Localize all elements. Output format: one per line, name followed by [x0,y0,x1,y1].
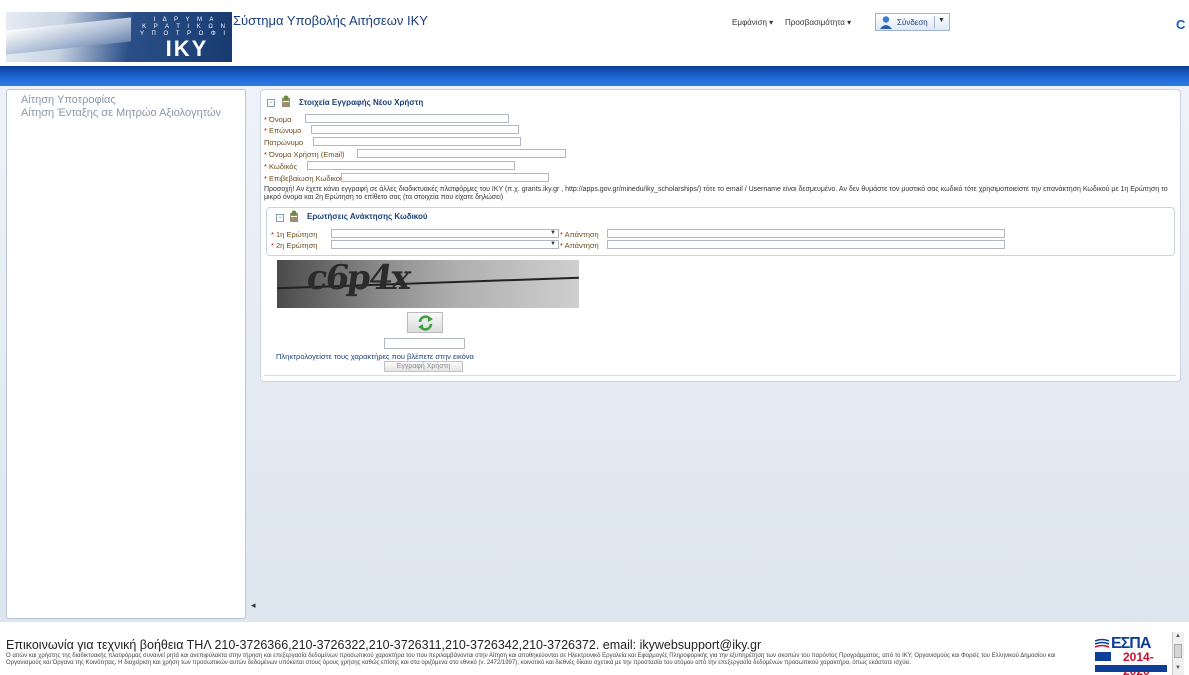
espa-logo: ΕΣΠΑ 2014-2020 [1095,635,1170,675]
username-email-input[interactable] [357,149,566,158]
sidebar-item-evaluator[interactable]: Αίτηση Ένταξης σε Μητρώο Αξιολογητών [21,107,221,119]
scroll-thumb[interactable] [1174,644,1182,658]
menu-appearance[interactable]: Εμφάνιση ▾ [732,18,773,27]
confirm-password-label-text: Επιβεβαίωση Κωδικού [269,174,345,183]
username-email-label-text: Όνομα Χρήστη (Email) [269,150,345,159]
sidebar: Αίτηση Υποτροφίας Αίτηση Ένταξης σε Μητρ… [6,89,246,619]
required-mark: * [264,162,267,171]
answer-1-label-text: Απάντηση [564,230,599,239]
answer-1-input[interactable] [607,229,1005,238]
first-name-label-text: Όνομα [269,115,292,124]
chevron-down-icon: ▼ [550,241,556,247]
required-mark: * [264,126,267,135]
recovery-questions-panel: − Ερωτήσεις Ανάκτησης Κωδικού * 1η Ερώτη… [266,207,1175,256]
answer-2-input[interactable] [607,240,1005,249]
question-2-label: * 2η Ερώτηση [271,241,317,250]
collapse-registration-icon[interactable]: − [267,99,275,107]
last-name-input[interactable] [311,125,519,134]
app-title: Σύστημα Υποβολής Αιτήσεων ΙΚΥ [233,13,428,28]
register-user-button[interactable]: Εγγραφή Χρήστη [384,361,463,372]
answer-1-label: * Απάντηση [560,230,599,239]
captcha-text: c6p4x [304,260,412,298]
login-separator [934,16,935,28]
espa-strip [1095,665,1167,672]
fathers-name-input[interactable] [313,137,521,146]
question-1-label-text: 1η Ερώτηση [276,230,318,239]
content-divider [264,375,1176,376]
sidebar-item-scholarship[interactable]: Αίτηση Υποτροφίας [21,94,116,106]
collapse-recovery-icon[interactable]: − [276,214,284,222]
answer-2-label-text: Απάντηση [564,241,599,250]
question-1-select[interactable]: ▼ [331,229,559,238]
username-email-label: * Όνομα Χρήστη (Email) [264,150,345,159]
corner-c-icon[interactable]: C [1176,17,1185,32]
header-band [0,66,1189,86]
first-name-input[interactable] [305,114,509,123]
captcha-image: c6p4x [277,260,579,308]
logo-big-text: ΙΚΥ [165,36,209,61]
eu-flag-icon [1095,652,1111,661]
login-label: Σύνδεση [897,18,928,27]
footer-legal-text: Ο αιτών και χρήστης της διαδικτυακής πλα… [6,653,1056,666]
espa-waves-icon [1095,638,1109,648]
answer-2-label: * Απάντηση [560,241,599,250]
last-name-label: * Επώνυμο [264,126,301,135]
footer-contact: Επικοινωνία για τεχνική βοήθεια ΤΗΛ 210-… [6,638,762,652]
splitter-handle[interactable]: ◂ [251,600,256,611]
recovery-form-icon [290,210,298,222]
logo-line-2: Κ Ρ Α Τ Ι Κ Ω Ν [142,24,228,30]
scroll-down-icon[interactable]: ▼ [1175,665,1181,671]
first-name-label: * Όνομα [264,115,291,124]
required-mark: * [264,174,267,183]
login-button[interactable]: Σύνδεση ▼ [875,13,950,31]
question-1-label: * 1η Ερώτηση [271,230,317,239]
required-mark: * [560,241,563,250]
iky-logo[interactable]: Ι Δ Ρ Υ Μ Α Κ Ρ Α Τ Ι Κ Ω Ν Υ Π Ο Τ Ρ Ο … [6,12,232,62]
chevron-down-icon: ▼ [550,230,556,236]
logo-caption: Ι Δ Ρ Υ Μ Α Κ Ρ Α Τ Ι Κ Ω Ν Υ Π Ο Τ Ρ Ο … [140,17,232,38]
recovery-title: Ερωτήσεις Ανάκτησης Κωδικού [307,212,428,221]
user-icon [880,16,892,29]
fathers-name-label: Πατρώνυμο [264,138,303,147]
required-mark: * [271,241,274,250]
scroll-up-icon[interactable]: ▲ [1175,633,1181,639]
password-label-text: Κωδικός [269,162,298,171]
menu-accessibility[interactable]: Προσβασιμότητα ▾ [785,18,851,27]
chevron-down-icon[interactable]: ▼ [938,17,945,24]
question-2-label-text: 2η Ερώτηση [276,241,318,250]
required-mark: * [271,230,274,239]
confirm-password-input[interactable] [341,173,549,182]
logo-line-1: Ι Δ Ρ Υ Μ Α [153,17,217,23]
refresh-icon [418,315,433,331]
question-2-select[interactable]: ▼ [331,240,559,249]
captcha-input[interactable] [384,338,465,349]
confirm-password-label: * Επιβεβαίωση Κωδικού [264,174,344,183]
registration-title: Στοιχεία Εγγραφής Νέου Χρήστη [299,98,424,107]
fathers-name-label-text: Πατρώνυμο [264,138,304,147]
last-name-label-text: Επώνυμο [269,126,302,135]
footer-scrollbar[interactable]: ▲ ▼ [1172,632,1184,675]
captcha-refresh-button[interactable] [407,312,443,333]
registration-form-icon [282,95,290,107]
logo-stripe [6,17,131,55]
required-mark: * [560,230,563,239]
registration-panel: − Στοιχεία Εγγραφής Νέου Χρήστη * Όνομα … [260,89,1181,382]
required-mark: * [264,115,267,124]
required-mark: * [264,150,267,159]
captcha-hint: Πληκτρολογείστε τους χαρακτήρες που βλέπ… [276,352,474,361]
footer: Επικοινωνία για τεχνική βοήθεια ΤΗΛ 210-… [0,622,1189,675]
password-label: * Κωδικός [264,162,297,171]
password-input[interactable] [307,161,515,170]
header: Ι Δ Ρ Υ Μ Α Κ Ρ Α Τ Ι Κ Ω Ν Υ Π Ο Τ Ρ Ο … [0,0,1189,66]
registration-notice: Προσοχή! Αν έχετε κάνει εγγραφή σε άλλες… [264,186,1168,201]
